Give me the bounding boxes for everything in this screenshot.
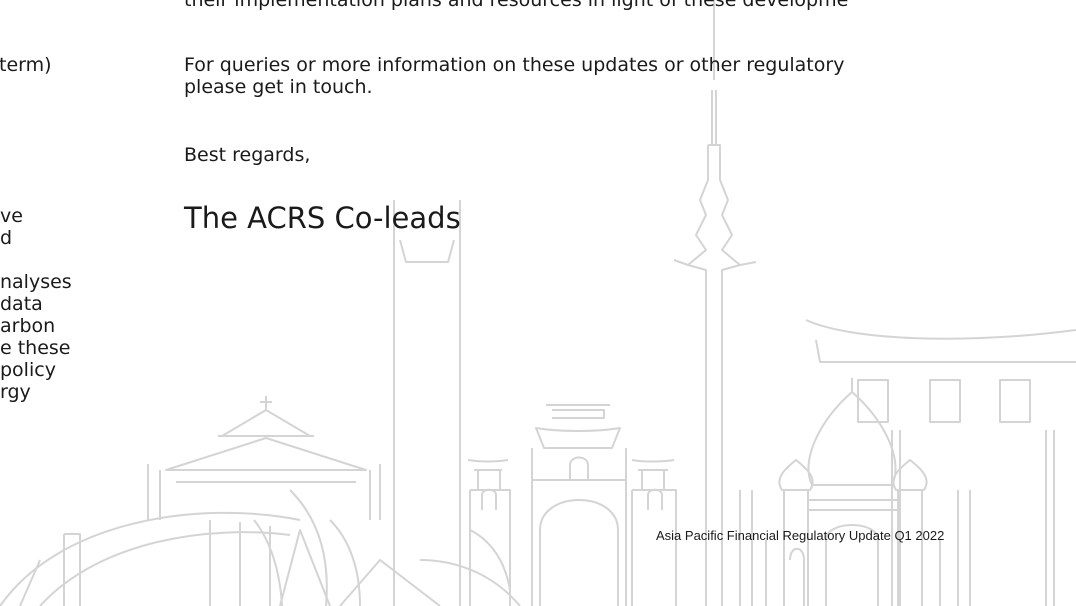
city-skyline-illustration <box>0 0 1076 606</box>
domed-hall-drawing <box>0 396 521 606</box>
signature-ACRS-co-leads: The ACRS Co-leads <box>184 201 461 235</box>
left-column-fragment: term) <box>0 54 52 76</box>
sky-tower-drawing <box>673 0 757 606</box>
pagoda-gate-drawing <box>467 404 677 606</box>
left-column-fragment: rgy <box>0 381 31 403</box>
left-column-fragment: e these <box>0 337 71 359</box>
left-column-fragment: data <box>0 293 43 315</box>
body-text-query-line-2: please get in touch. <box>184 76 373 98</box>
left-column-fragment: policy <box>0 359 56 381</box>
document-page: their implementation plans and resources… <box>0 0 1076 606</box>
left-column-fragment: nalyses <box>0 271 72 293</box>
body-text-query-line-1: For queries or more information on these… <box>184 54 845 76</box>
tall-building-drawing <box>393 200 461 606</box>
footer-publication-title: Asia Pacific Financial Regulatory Update… <box>656 528 945 543</box>
left-column-fragment: ve <box>0 205 23 227</box>
body-text-cut-line: their implementation plans and resources… <box>184 0 849 11</box>
closing-regards: Best regards, <box>184 144 311 166</box>
taj-mahal-drawing <box>739 378 971 606</box>
left-column-fragment: arbon <box>0 315 56 337</box>
left-column-fragment: d <box>0 227 13 249</box>
